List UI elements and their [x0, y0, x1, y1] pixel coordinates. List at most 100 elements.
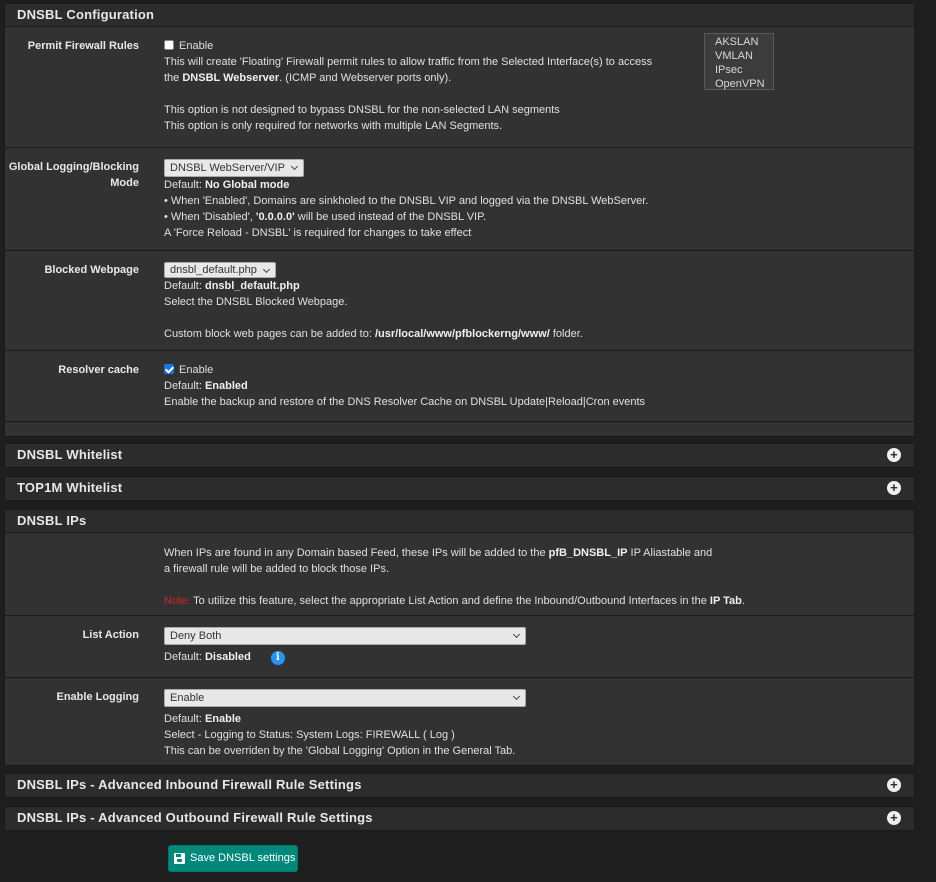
info-circle-icon[interactable]: i: [270, 651, 285, 665]
enable-logging-controls: Enable Default: Enable Select - Logging …: [164, 689, 526, 759]
enable-logging-default: Default: Enable: [164, 711, 526, 727]
panel-footer-divider: [5, 421, 914, 436]
permit-enable-label: Enable: [179, 40, 214, 52]
expand-plus-icon[interactable]: +: [887, 811, 901, 825]
panel-title: TOP1M Whitelist: [17, 480, 123, 495]
save-dnsbl-settings-button[interactable]: Save DNSBL settings: [168, 845, 298, 872]
dnsbl-ips-intro-line2: a firewall rule will be added to block t…: [164, 563, 390, 575]
interface-option[interactable]: VMLAN: [715, 49, 773, 63]
intro-line1-post: IP Aliastable and: [627, 547, 713, 559]
global-logging-line1: • When 'Enabled', Domains are sinkholed …: [164, 195, 649, 207]
global-logging-line3: A 'Force Reload - DNSBL' is required for…: [164, 227, 472, 239]
dnsbl-whitelist-panel[interactable]: DNSBL Whitelist +: [4, 443, 915, 468]
intro-line1-bold: pfB_DNSBL_IP: [548, 547, 628, 559]
permit-firewall-rules-row: Permit Firewall Rules Enable This will c…: [5, 27, 914, 147]
permit-enable-checkbox-wrap[interactable]: Enable: [164, 38, 652, 54]
dnsbl-ips-header: DNSBL IPs: [5, 510, 914, 533]
permit-desc-line2: the DNSBL Webserver. (ICMP and Webserver…: [164, 70, 652, 86]
dnsbl-ips-intro: When IPs are found in any Domain based F…: [164, 545, 745, 609]
default-prefix: Default:: [164, 651, 205, 663]
permit-desc-line4: This option is only required for network…: [164, 120, 503, 132]
dnsbl-whitelist-header[interactable]: DNSBL Whitelist +: [5, 444, 914, 467]
resolver-cache-checkbox[interactable]: [164, 364, 174, 374]
panel-title: DNSBL Configuration: [17, 7, 155, 22]
expand-plus-icon[interactable]: +: [887, 481, 901, 495]
global-logging-line2-post: will be used instead of the DNSBL VIP.: [294, 211, 487, 223]
permit-desc-line2-pre: the: [164, 72, 183, 84]
advanced-outbound-panel[interactable]: DNSBL IPs - Advanced Outbound Firewall R…: [4, 806, 915, 831]
advanced-outbound-header[interactable]: DNSBL IPs - Advanced Outbound Firewall R…: [5, 807, 914, 830]
global-logging-line2: • When 'Disabled', '0.0.0.0' will be use…: [164, 209, 648, 225]
panel-title: DNSBL IPs - Advanced Inbound Firewall Ru…: [17, 777, 362, 792]
dnsbl-configuration-panel: DNSBL Configuration Permit Firewall Rule…: [4, 3, 915, 437]
permit-desc-line2-post: . (ICMP and Webserver ports only).: [279, 72, 452, 84]
permit-desc-line3: This option is not designed to bypass DN…: [164, 104, 560, 116]
interface-multiselect[interactable]: AKSLAN VMLAN IPsec OpenVPN: [704, 33, 774, 90]
save-button-label: Save DNSBL settings: [190, 852, 296, 864]
default-prefix: Default:: [164, 380, 205, 392]
default-value: No Global mode: [204, 179, 290, 191]
advanced-inbound-panel[interactable]: DNSBL IPs - Advanced Inbound Firewall Ru…: [4, 773, 915, 798]
default-value: dnsbl_default.php: [204, 280, 300, 292]
global-logging-default: Default: No Global mode: [164, 177, 648, 193]
blocked-webpage-line1: Select the DNSBL Blocked Webpage.: [164, 296, 348, 308]
global-logging-select[interactable]: DNSBL WebServer/VIP: [164, 159, 304, 177]
top1m-whitelist-header[interactable]: TOP1M Whitelist +: [5, 477, 914, 500]
global-logging-label-line1: Global Logging/Blocking: [8, 161, 139, 173]
list-action-label: List Action: [82, 629, 139, 641]
default-prefix: Default:: [164, 713, 205, 725]
blocked-webpage-controls: dnsbl_default.php Default: dnsbl_default…: [164, 262, 583, 342]
list-action-default: Default: Disabled i: [164, 649, 526, 665]
interface-option[interactable]: IPsec: [715, 63, 773, 77]
list-action-controls: Deny Both Default: Disabled i: [164, 627, 526, 665]
top1m-whitelist-panel[interactable]: TOP1M Whitelist +: [4, 476, 915, 501]
default-value: Enabled: [204, 380, 248, 392]
resolver-cache-default: Default: Enabled: [164, 378, 645, 394]
permit-enable-checkbox[interactable]: [164, 40, 174, 50]
enable-logging-line1: Select - Logging to Status: System Logs:…: [164, 729, 455, 741]
blocked-webpage-row: Blocked Webpage dnsbl_default.php Defaul…: [5, 250, 914, 350]
blocked-webpage-path: /usr/local/www/pfblockerng/www/: [374, 328, 550, 340]
interface-option[interactable]: AKSLAN: [715, 35, 773, 49]
permit-firewall-rules-controls: Enable This will create 'Floating' Firew…: [164, 38, 652, 134]
advanced-inbound-header[interactable]: DNSBL IPs - Advanced Inbound Firewall Ru…: [5, 774, 914, 797]
resolver-cache-checkbox-wrap[interactable]: Enable: [164, 362, 645, 378]
default-prefix: Default:: [164, 280, 205, 292]
floppy-disk-icon: [174, 853, 185, 864]
intro-line1-pre: When IPs are found in any Domain based F…: [164, 547, 549, 559]
blocked-webpage-line2-post: folder.: [549, 328, 583, 340]
dnsbl-configuration-header: DNSBL Configuration: [5, 4, 914, 27]
panel-title: DNSBL Whitelist: [17, 447, 123, 462]
enable-logging-line2: This can be overriden by the 'Global Log…: [164, 745, 516, 757]
list-action-select[interactable]: Deny Both: [164, 627, 526, 645]
global-logging-controls: DNSBL WebServer/VIP Default: No Global m…: [164, 159, 648, 241]
panel-title: DNSBL IPs: [17, 513, 87, 528]
enable-logging-label: Enable Logging: [56, 691, 140, 703]
permit-desc-line2-bold: DNSBL Webserver: [182, 72, 280, 84]
permit-firewall-rules-label: Permit Firewall Rules: [27, 40, 139, 52]
blocked-webpage-default: Default: dnsbl_default.php: [164, 278, 583, 294]
blocked-webpage-select[interactable]: dnsbl_default.php: [164, 262, 276, 278]
permit-desc-line1: This will create 'Floating' Firewall per…: [164, 56, 653, 68]
resolver-cache-controls: Enable Default: Enabled Enable the backu…: [164, 362, 645, 410]
expand-plus-icon[interactable]: +: [887, 448, 901, 462]
enable-logging-row: Enable Logging Enable Default: Enable Se…: [5, 677, 914, 765]
global-logging-row: Global Logging/Blocking Mode DNSBL WebSer…: [5, 147, 914, 250]
note-label: Note:: [164, 595, 191, 607]
resolver-cache-row: Resolver cache Enable Default: Enabled E…: [5, 350, 914, 421]
note-post: .: [741, 595, 745, 607]
dnsbl-ips-note: Note: To utilize this feature, select th…: [164, 593, 745, 609]
interface-option[interactable]: OpenVPN: [715, 77, 773, 91]
note-text: To utilize this feature, select the appr…: [190, 595, 710, 607]
expand-plus-icon[interactable]: +: [887, 778, 901, 792]
enable-logging-select[interactable]: Enable: [164, 689, 526, 707]
note-ip-tab: IP Tab: [709, 595, 742, 607]
list-action-row: List Action Deny Both Default: Disabled i: [5, 615, 914, 677]
dnsbl-ips-intro-row: When IPs are found in any Domain based F…: [5, 533, 914, 615]
blocked-webpage-label: Blocked Webpage: [44, 264, 139, 276]
default-value: Disabled: [204, 651, 251, 663]
dnsbl-ips-panel: DNSBL IPs When IPs are found in any Doma…: [4, 509, 915, 766]
global-logging-label-line2: Mode: [110, 177, 139, 189]
dnsbl-ips-intro-line1: When IPs are found in any Domain based F…: [164, 545, 745, 561]
resolver-cache-line1: Enable the backup and restore of the DNS…: [164, 396, 646, 408]
